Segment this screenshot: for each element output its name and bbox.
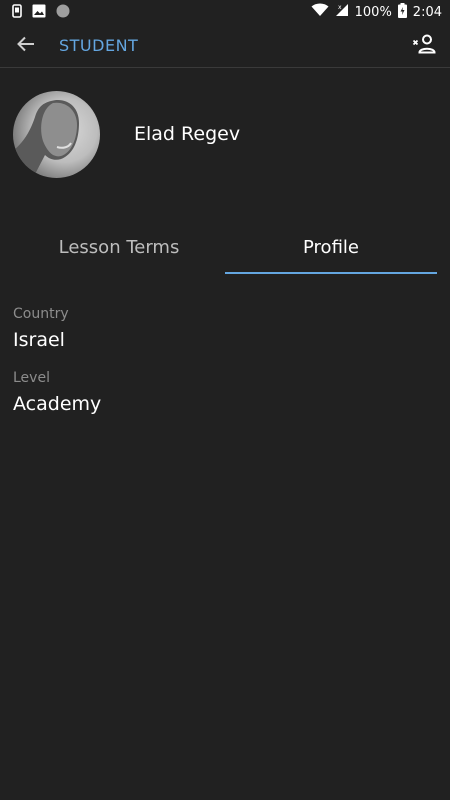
status-bar: x 100% 2:04	[0, 0, 450, 24]
notification-icons	[12, 3, 70, 22]
signal-icon: x	[335, 3, 349, 21]
profile-header: Elad Regev	[0, 90, 450, 178]
wifi-icon	[311, 3, 329, 21]
remove-student-button[interactable]	[400, 24, 450, 68]
country-label: Country	[13, 306, 69, 322]
level-field: Level Academy	[13, 369, 437, 419]
circle-icon	[56, 3, 70, 22]
back-button[interactable]	[0, 24, 52, 68]
svg-text:x: x	[338, 4, 342, 11]
system-status: x 100% 2:04	[311, 2, 442, 22]
app-bar: STUDENT	[0, 24, 450, 68]
profile-fields: Country Israel Level Academy	[13, 305, 437, 433]
phone-icon	[12, 3, 22, 22]
clock: 2:04	[412, 4, 442, 20]
country-field: Country Israel	[13, 305, 437, 355]
level-value: Academy	[13, 393, 102, 415]
student-name: Elad Regev	[134, 123, 241, 145]
tab-lesson-terms[interactable]: Lesson Terms	[13, 220, 225, 274]
country-value: Israel	[13, 329, 65, 351]
level-label: Level	[13, 370, 50, 386]
arrow-back-icon	[17, 36, 35, 56]
image-icon	[32, 3, 46, 22]
battery-percent: 100%	[354, 4, 392, 20]
battery-icon	[397, 2, 407, 22]
person-remove-icon	[412, 34, 438, 58]
tab-bar: Lesson Terms Profile	[13, 220, 437, 274]
tab-profile[interactable]: Profile	[225, 220, 437, 274]
avatar	[13, 90, 100, 178]
page-title: STUDENT	[59, 36, 139, 55]
